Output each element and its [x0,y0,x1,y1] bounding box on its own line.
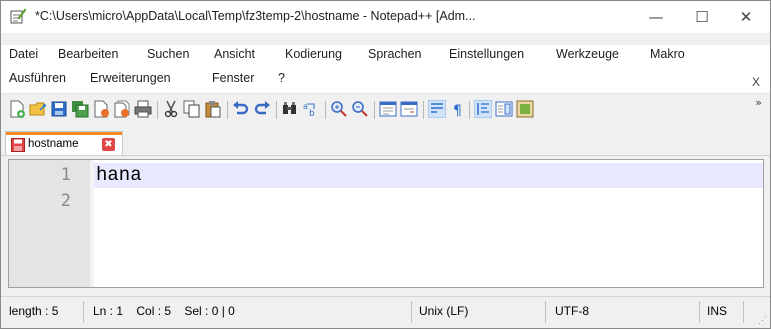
tab-close-button[interactable]: ✖ [102,138,115,151]
toolbar-separator [469,101,470,119]
line-text[interactable]: hana [96,164,142,186]
maximize-button[interactable]: ☐ [679,1,725,33]
undo-icon[interactable] [232,100,250,118]
editor-line[interactable]: 1 hana [9,163,763,188]
svg-text:a: a [303,102,308,111]
function-list-icon[interactable] [516,100,534,118]
menu-werkzeuge[interactable]: Werkzeuge [556,47,619,61]
menu-ausfuehren[interactable]: Ausführen [9,71,66,85]
close-icon[interactable] [92,100,110,118]
status-separator [699,301,700,323]
svg-text:b: b [309,109,315,118]
zoom-out-icon[interactable] [351,100,369,118]
new-file-icon[interactable] [8,100,26,118]
toolbar-overflow-button[interactable]: » [755,96,762,109]
minimize-button[interactable]: — [633,1,679,33]
indent-guide-icon[interactable] [474,100,492,118]
copy-icon[interactable] [183,100,201,118]
menu-makro[interactable]: Makro [650,47,685,61]
line-number: 1 [60,165,71,185]
cut-icon[interactable] [162,100,180,118]
paste-icon[interactable] [204,100,222,118]
menu-ansicht[interactable]: Ansicht [214,47,255,61]
menu-suchen[interactable]: Suchen [147,47,189,61]
show-all-characters-icon[interactable]: ¶ [449,100,467,118]
menu-row-2: Ausführen Erweiterungen Fenster ? [1,69,770,91]
replace-icon[interactable]: ab [302,100,320,118]
tab-label: hostname [28,138,79,150]
menu-bearbeiten[interactable]: Bearbeiten [58,47,118,61]
status-position: Ln : 1 Col : 5 Sel : 0 | 0 [93,304,235,318]
menu-erweiterungen[interactable]: Erweiterungen [90,71,171,85]
toolbar-separator [157,101,158,119]
sync-horizontal-icon[interactable] [400,100,418,118]
menu-help[interactable]: ? [278,71,285,85]
close-document-button[interactable]: X [752,75,760,89]
close-window-button[interactable]: ✕ [723,1,769,33]
close-all-icon[interactable] [113,100,131,118]
status-separator [83,301,84,323]
sync-vertical-icon[interactable] [379,100,397,118]
menu-datei[interactable]: Datei [9,47,38,61]
zoom-in-icon[interactable] [330,100,348,118]
title-bar[interactable]: *C:\Users\micro\AppData\Local\Temp\fz3te… [1,1,770,33]
window-title: *C:\Users\micro\AppData\Local\Temp\fz3te… [35,9,476,23]
menu-row-1: Datei Bearbeiten Suchen Ansicht Kodierun… [1,45,770,67]
menu-kodierung[interactable]: Kodierung [285,47,342,61]
close-icon: ✕ [739,8,753,26]
active-tab-indicator [6,132,122,135]
save-icon[interactable] [50,100,68,118]
status-bar: length : 5 Ln : 1 Col : 5 Sel : 0 | 0 Un… [1,296,770,328]
notepad-window: *C:\Users\micro\AppData\Local\Temp\fz3te… [0,0,771,329]
menu-einstellungen[interactable]: Einstellungen [449,47,524,61]
status-encoding[interactable]: UTF-8 [555,304,589,318]
save-all-icon[interactable] [71,100,89,118]
status-separator [545,301,546,323]
toolbar-separator [276,101,277,119]
toolbar-separator [423,101,424,119]
word-wrap-icon[interactable] [428,100,446,118]
document-map-icon[interactable] [495,100,513,118]
editor-line[interactable]: 2 [9,189,763,214]
line-number: 2 [60,191,71,211]
tab-hostname[interactable]: hostname ✖ [5,131,123,155]
status-insert-mode[interactable]: INS [707,304,727,318]
status-length: length : 5 [9,304,59,318]
redo-icon[interactable] [253,100,271,118]
svg-text:¶: ¶ [453,103,462,118]
toolbar-separator [325,101,326,119]
modified-document-icon [11,138,25,152]
menu-sprachen[interactable]: Sprachen [368,47,422,61]
editor-area[interactable]: 1 hana 2 [8,159,764,288]
toolbar: ab ¶ » [1,93,770,128]
status-eol[interactable]: Unix (LF) [419,304,468,318]
menu-bar: Datei Bearbeiten Suchen Ansicht Kodierun… [1,45,770,93]
menu-fenster[interactable]: Fenster [212,71,254,85]
toolbar-separator [227,101,228,119]
status-separator [743,301,744,323]
notepad-plus-plus-icon [10,8,26,24]
maximize-icon: ☐ [695,8,709,26]
toolbar-separator [374,101,375,119]
status-separator [411,301,412,323]
minimize-icon: — [648,8,664,26]
tab-bar: hostname ✖ [1,127,770,156]
print-icon[interactable] [134,100,152,118]
resize-grip-icon[interactable]: ⋰ [758,315,767,326]
find-icon[interactable] [281,100,299,118]
open-file-icon[interactable] [29,100,47,118]
